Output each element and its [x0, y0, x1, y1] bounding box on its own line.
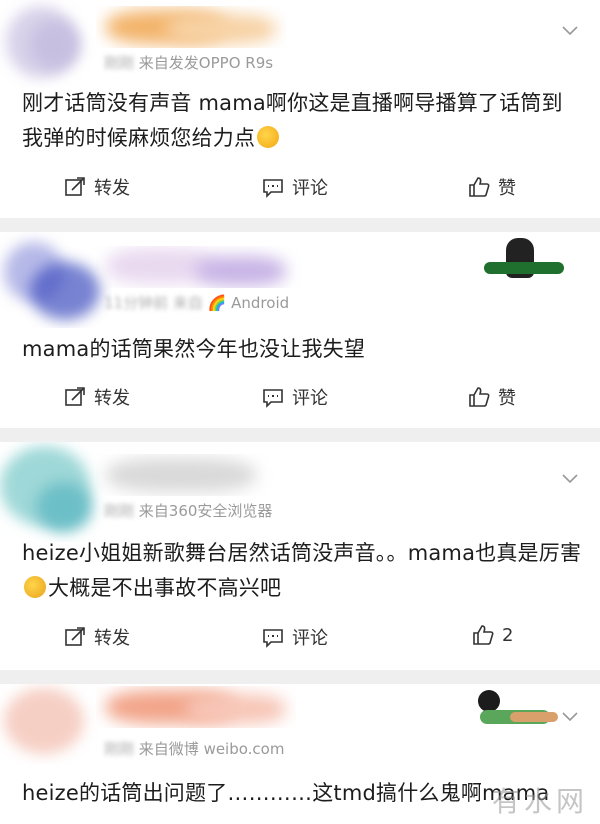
chevron-down-icon[interactable] — [560, 20, 580, 40]
forward-button[interactable]: 转发 — [64, 174, 130, 200]
like-button[interactable]: 赞 — [468, 384, 516, 410]
comment-text: 刚才话筒没有声音 mama啊你这是直播啊导播算了话筒到我弹的时候麻烦您给力点 — [22, 91, 563, 150]
like-label: 赞 — [498, 178, 516, 199]
divider — [0, 428, 600, 442]
comment-label: 评论 — [292, 628, 328, 649]
comment-button[interactable]: 评论 — [262, 624, 328, 650]
girl-sticker — [470, 684, 562, 732]
comment-card-1: 刚刚 来自发发OPPO R9s 刚才话筒没有声音 mama啊你这是直播啊导播算了… — [0, 0, 600, 218]
member-badge-sticker — [484, 236, 564, 288]
comment-meta: 刚刚 来自微博 weibo.com — [104, 740, 285, 758]
username-blurred[interactable] — [96, 246, 316, 288]
forward-icon — [65, 627, 85, 646]
comment-label: 评论 — [292, 388, 328, 409]
like-icon — [473, 625, 494, 645]
username-blurred[interactable] — [96, 686, 296, 728]
comment-meta: 11分钟前 来自 🌈 Android — [104, 294, 290, 312]
comment-icon — [263, 389, 283, 408]
emoji-icon — [257, 126, 280, 148]
chevron-down-icon[interactable] — [560, 468, 580, 488]
comment-icon — [263, 179, 283, 198]
comment-button[interactable]: 评论 — [262, 384, 328, 410]
action-bar: 转发 评论 2 — [0, 624, 600, 654]
emoji-icon — [24, 576, 46, 598]
forward-label: 转发 — [94, 628, 130, 649]
chevron-down-icon[interactable] — [560, 706, 580, 726]
divider — [0, 670, 600, 684]
rainbow-icon: 🌈 — [207, 294, 227, 312]
comment-button[interactable]: 评论 — [262, 174, 328, 200]
forward-button[interactable]: 转发 — [64, 624, 130, 650]
action-bar: 转发 评论 赞 — [0, 384, 600, 414]
divider — [0, 218, 600, 232]
like-count: 2 — [502, 624, 514, 646]
action-bar: 转发 评论 赞 — [0, 174, 600, 204]
comment-icon — [263, 629, 283, 648]
like-button[interactable]: 2 — [472, 624, 513, 646]
forward-label: 转发 — [94, 388, 130, 409]
watermark: 有水网 — [491, 785, 588, 818]
like-button[interactable]: 赞 — [468, 174, 516, 200]
forward-icon — [65, 177, 85, 196]
forward-button[interactable]: 转发 — [64, 384, 130, 410]
like-label: 赞 — [498, 388, 516, 409]
username-blurred[interactable] — [96, 454, 286, 496]
forward-label: 转发 — [94, 178, 130, 199]
comment-text: mama的话筒果然今年也没让我失望 — [22, 337, 366, 361]
comment-card-3: 刚刚 来自360安全浏览器 heize小姐姐新歌舞台居然话筒没声音。。mama也… — [0, 442, 600, 670]
forward-icon — [65, 387, 85, 406]
comment-meta: 刚刚 来自360安全浏览器 — [104, 502, 273, 520]
username-blurred[interactable] — [96, 6, 286, 48]
like-icon — [469, 177, 490, 197]
comment-text: heize小姐姐新歌舞台居然话筒没声音。。mama也真是厉害大概是不出事故不高兴… — [22, 541, 582, 600]
like-icon — [469, 387, 490, 407]
comment-meta: 刚刚 来自发发OPPO R9s — [104, 54, 274, 72]
comment-card-2: 11分钟前 来自 🌈 Android mama的话筒果然今年也没让我失望 转发 … — [0, 232, 600, 428]
comment-label: 评论 — [292, 178, 328, 199]
